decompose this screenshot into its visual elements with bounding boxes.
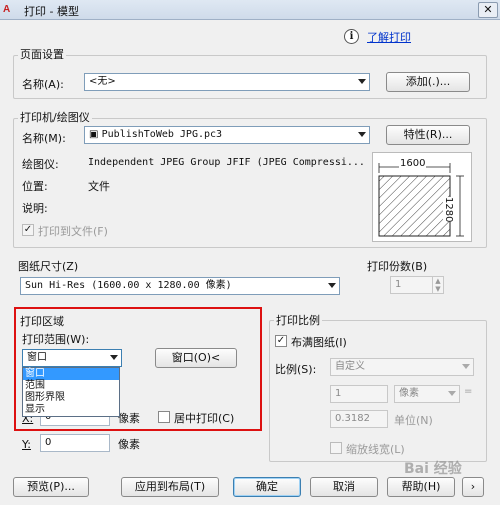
y-offset-value: 0 [45,437,52,448]
location-value: 文件 [88,180,110,193]
window-select-button[interactable]: 窗口(O)< [155,348,237,368]
printer-legend: 打印机/绘图仪 [18,109,92,125]
plotter-label: 绘图仪: [22,158,59,171]
paper-size-select[interactable]: Sun Hi-Res (1600.00 x 1280.00 像素) [20,277,340,295]
plot-range-select[interactable]: 窗口 [22,349,122,367]
chevron-down-icon [328,283,336,288]
y-offset-unit: 像素 [118,438,140,451]
scale-unit-select[interactable]: 像素 [394,385,460,403]
equals-sign: = [464,386,473,397]
scale-value1: 1 [335,388,342,399]
fit-to-paper-checkbox[interactable]: ✓ [275,335,287,347]
copies-legend: 打印份数(B) [367,260,428,273]
scale-unit2-label: 单位(N) [394,414,433,427]
copies-spinner[interactable]: ▲ ▼ [432,277,443,293]
print-to-file-checkbox[interactable]: ✓ [22,224,34,236]
info-icon: i [344,29,359,44]
scale-label: 比例(S): [275,363,317,376]
scale-lineweights-checkbox[interactable] [330,442,342,454]
plotter-value: Independent JPEG Group JFIF (JPEG Compre… [88,157,365,168]
scale-select[interactable]: 自定义 [330,358,474,376]
copies-value: 1 [395,279,402,290]
plot-range-option[interactable]: 范围 [23,380,119,392]
plot-range-label: 打印范围(W): [22,333,90,346]
chevron-down-icon [448,391,456,396]
center-plot-label: 居中打印(C) [174,412,235,425]
scale-unit1: 像素 [399,388,419,399]
paper-size-value: Sun Hi-Res (1600.00 x 1280.00 像素) [25,280,232,291]
scale-value2-input[interactable]: 0.3182 [330,410,388,428]
plot-area-legend: 打印区域 [20,315,64,328]
baidu-watermark: Bai 经验 [404,461,462,477]
plot-range-option[interactable]: 图形界限 [23,392,119,404]
apply-to-layout-button[interactable]: 应用到布局(T) [121,477,219,497]
scale-value1-input[interactable]: 1 [330,385,388,403]
page-setup-name-select[interactable]: <无> [84,73,370,91]
printer-name-label: 名称(M): [22,132,66,145]
y-offset-label: Y: [22,438,31,451]
printer-icon: ▣ [89,129,99,140]
plot-scale-legend: 打印比例 [274,312,322,328]
page-setup-name-value: <无> [89,76,116,87]
printer-name-value: PublishToWeb JPG.pc3 [101,129,223,140]
ok-button[interactable]: 确定 [233,477,301,497]
plot-range-option[interactable]: 显示 [23,404,119,416]
window-title: 打印 - 模型 [24,5,79,18]
chevron-down-icon [110,355,118,360]
learn-printing-link[interactable]: 了解打印 [367,29,411,45]
cancel-button[interactable]: 取消 [310,477,378,497]
fit-to-paper-label: 布满图纸(I) [291,336,347,349]
plot-range-option[interactable]: 窗口 [23,368,119,380]
add-page-setup-button[interactable]: 添加(.)... [386,72,470,92]
x-offset-unit: 像素 [118,412,140,425]
printer-name-select[interactable]: ▣ PublishToWeb JPG.pc3 [84,126,370,144]
expand-button[interactable]: › [462,477,484,497]
help-button[interactable]: 帮助(H) [387,477,455,497]
chevron-down-icon [358,132,366,137]
chevron-down-icon [462,364,470,369]
paper-width-label: 1600 [399,158,427,169]
scale-value2: 0.3182 [335,413,370,424]
paper-size-legend: 图纸尺寸(Z) [18,260,79,273]
printer-properties-button[interactable]: 特性(R)... [386,125,470,145]
description-label: 说明: [22,202,48,215]
y-offset-input[interactable]: 0 [40,434,110,452]
plot-range-dropdown: 窗口 范围 图形界限 显示 [22,367,120,417]
scale-value: 自定义 [335,361,365,372]
preview-button[interactable]: 预览(P)... [13,477,89,497]
close-button[interactable]: ✕ [478,2,498,18]
print-to-file-label: 打印到文件(F) [38,225,108,238]
plot-range-value: 窗口 [27,352,47,363]
app-logo-icon: A [3,4,11,15]
paper-height-label: 1280 [443,197,454,223]
chevron-down-icon [358,79,366,84]
scale-lineweights-label: 缩放线宽(L) [346,443,405,456]
location-label: 位置: [22,180,48,193]
center-plot-checkbox[interactable] [158,411,170,423]
page-setup-name-label: 名称(A): [22,78,64,91]
page-setup-legend: 页面设置 [18,46,66,62]
